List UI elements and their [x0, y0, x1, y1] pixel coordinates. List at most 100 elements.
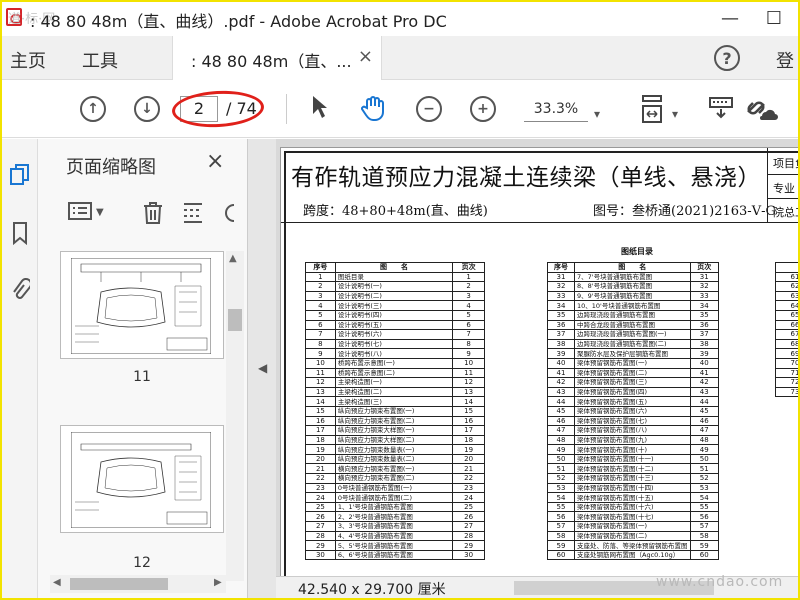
table-cell: 18 — [305, 434, 336, 446]
document-view[interactable]: 有砟轨道预应力混凝土连续梁（单线、悬浇） 跨度：48+80+48m(直、曲线) … — [276, 139, 798, 598]
table-cell: 梁体预留钢筋布置图(六) — [574, 405, 691, 417]
close-panel-icon[interactable]: × — [206, 149, 224, 174]
table-row: 41 梁体预留钢筋布置图(二) 41 — [546, 367, 720, 379]
insert-page-icon[interactable] — [182, 201, 204, 230]
table-cell: 22 — [452, 473, 485, 484]
table-cell: 梁体预留钢筋布置图(十四) — [574, 482, 691, 494]
thumbnail-vertical-scrollbar[interactable]: ▲ — [226, 251, 244, 581]
table-row: 37 边跨现浇段普通钢筋布置图(一) 37 — [546, 329, 720, 340]
table-cell: 纵向预应力钢束布置图(一) — [334, 405, 454, 417]
table-row: 58 梁体预留钢筋布置图(二) 58 — [546, 530, 720, 542]
select-pointer-icon[interactable] — [310, 94, 330, 126]
minimize-button[interactable]: — — [708, 2, 752, 34]
table-cell: 43 — [546, 386, 576, 398]
thumbnail-horizontal-scrollbar[interactable]: ◀ ▶ — [50, 575, 226, 593]
table-cell: 9 — [305, 348, 336, 359]
table-row: 57 梁体预留钢筋布置图(一) 57 — [546, 521, 720, 532]
table-cell: 26 — [452, 511, 485, 523]
table-row: 31 7、7'号块普通钢筋布置图 31 — [546, 271, 720, 283]
table-cell: 33 — [689, 290, 720, 302]
table-cell: 56 — [546, 511, 576, 523]
table-cell: 6 — [305, 319, 336, 331]
zoom-dropdown-icon[interactable]: ▾ — [594, 100, 600, 128]
table-row: 3 设计说明书(二) 3 — [305, 290, 485, 302]
table-row: 32 8、8'号块普通钢筋布置图 32 — [546, 281, 720, 292]
table-cell: 60 — [689, 549, 720, 561]
table-row: 25 1、1'号块普通钢筋布置图 25 — [305, 501, 485, 513]
table-cell: 梁体预留钢筋布置图(十六) — [574, 501, 691, 513]
table-row: 54 梁体预留钢筋布置图(十五) 54 — [546, 492, 720, 503]
fit-page-icon[interactable] — [640, 94, 666, 130]
share-link-icon[interactable] — [744, 94, 778, 130]
page-thumbnail[interactable] — [60, 251, 224, 359]
keyboard-tools-icon[interactable] — [708, 94, 734, 126]
document-tab[interactable]: : 48 80 48m（直、... × — [172, 36, 382, 80]
menu-home[interactable]: 主页 — [10, 47, 46, 73]
scroll-up-icon[interactable]: ▲ — [229, 253, 237, 264]
table-row: 56 梁体预留钢筋布置图(十七) 56 — [546, 511, 720, 523]
previous-page-icon[interactable]: ↑ — [80, 96, 106, 122]
table-cell: 51 — [546, 463, 576, 475]
table-cell: 73 — [775, 386, 798, 398]
table-row: 6 设计说明书(五) 6 — [305, 319, 485, 331]
table-row: 63 — [775, 290, 798, 302]
menu-tools[interactable]: 工具 — [82, 47, 118, 73]
view-dropdown-icon[interactable]: ▾ — [672, 100, 678, 128]
table-cell: 20 — [452, 453, 485, 465]
login-button[interactable]: 登 — [776, 47, 794, 73]
close-tab-icon[interactable]: × — [358, 46, 373, 67]
table-cell: 27 — [452, 521, 485, 532]
next-page-icon[interactable]: ↓ — [134, 96, 160, 122]
table-cell: 边跨现浇段普通钢筋布置图(二) — [574, 338, 691, 350]
scrollbar-thumb[interactable] — [70, 578, 168, 590]
table-cell: 纵向预应力钢束数量表(一) — [334, 444, 454, 455]
header-divider — [767, 148, 768, 222]
table-cell: 26 — [305, 511, 336, 523]
page-thumbnail[interactable] — [60, 425, 224, 533]
panel-splitter[interactable]: ◀ — [248, 139, 276, 598]
table-cell: 12 — [452, 377, 485, 388]
scroll-right-icon[interactable]: ▶ — [214, 577, 222, 588]
page-thumbnails-icon[interactable] — [8, 163, 32, 189]
table-cell: 支座处、防落、等梁体预留钢筋布置图 — [574, 540, 691, 551]
table-row: 15 纵向预应力钢束布置图(一) 15 — [305, 405, 485, 417]
scroll-left-icon[interactable]: ◀ — [53, 577, 61, 588]
table-cell: 40 — [546, 357, 576, 369]
table-cell: 6 — [452, 319, 485, 331]
drawing-number: 图号：叁桥通(2021)2163-Ⅴ-G — [593, 204, 776, 219]
thumbnail-options-icon[interactable] — [68, 201, 92, 226]
table-row: 49 梁体预留钢筋布置图(十) 49 — [546, 444, 720, 455]
table-cell: 4 — [305, 300, 336, 311]
table-cell: 33 — [546, 290, 576, 302]
table-cell: 41 — [689, 367, 720, 379]
table-cell: 42 — [546, 377, 576, 388]
collapse-panel-icon[interactable]: ◀ — [258, 361, 267, 375]
options-dropdown-icon[interactable]: ▼ — [96, 207, 104, 218]
table-row: 39 聚脲防水层及保护层钢筋布置图 39 — [546, 348, 720, 359]
scrollbar-thumb[interactable] — [228, 309, 242, 331]
zoom-out-icon[interactable]: − — [416, 96, 442, 122]
maximize-button[interactable]: ☐ — [752, 2, 796, 34]
title-bar: 道·标·网 : 48 80 48m（直、曲线）.pdf - Adobe Acro… — [2, 2, 798, 36]
table-cell: 10 — [305, 357, 336, 369]
table-cell: 30 — [305, 549, 336, 561]
table-cell: 支座处钢筋网布置图（Agc0.10g） — [574, 549, 691, 561]
zoom-level-field[interactable]: 33.3% — [524, 98, 588, 122]
help-icon[interactable]: ? — [714, 45, 740, 71]
table-cell: 38 — [546, 338, 576, 350]
bookmarks-icon[interactable] — [8, 221, 32, 247]
table-cell: 纵向预应力钢束布置图(二) — [334, 415, 454, 427]
attachments-icon[interactable] — [8, 277, 32, 303]
table-row: 68 — [775, 338, 798, 350]
zoom-in-icon[interactable]: + — [470, 96, 496, 122]
hand-tool-icon[interactable] — [360, 94, 388, 128]
table-row: 44 梁体预留钢筋布置图(五) 44 — [546, 396, 720, 407]
table-cell: 15 — [452, 405, 485, 417]
thumbnail-drawing — [71, 432, 211, 528]
delete-page-icon[interactable] — [142, 201, 164, 230]
table-cell: 纵向预应力钢束数量表(二) — [334, 453, 454, 465]
table-cell: 8 — [305, 338, 336, 350]
table-cell: 桥跨布置示意图(二) — [334, 367, 454, 379]
rotate-page-icon[interactable] — [222, 201, 236, 230]
table-cell: 边跨现浇段普通钢筋布置图(一) — [574, 329, 691, 340]
